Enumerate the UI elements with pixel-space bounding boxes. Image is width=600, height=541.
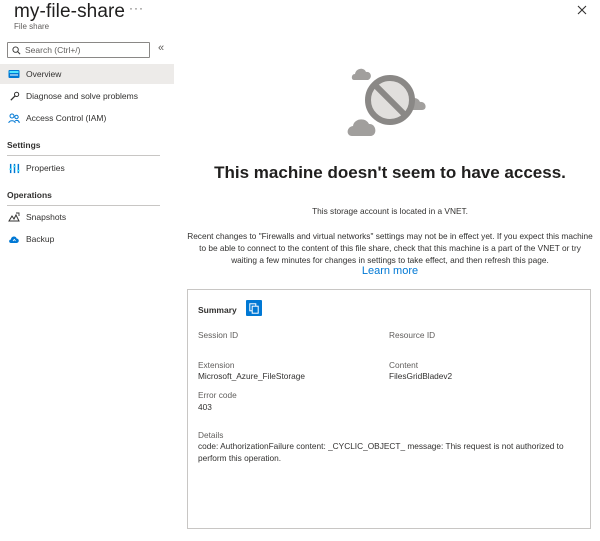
copy-button[interactable] xyxy=(246,300,262,316)
error-heading: This machine doesn't seem to have access… xyxy=(214,163,566,182)
close-icon[interactable] xyxy=(575,3,589,17)
sidebar-item-properties[interactable]: Properties xyxy=(0,158,174,178)
details-value: code: AuthorizationFailure content: _CYC… xyxy=(198,441,564,463)
error-description: Recent changes to "Firewalls and virtual… xyxy=(187,231,593,265)
sidebar: Search (Ctrl+/) « Overview Diagnose and … xyxy=(0,38,174,541)
section-divider xyxy=(7,205,160,206)
learn-more-link[interactable]: Learn more xyxy=(180,265,600,277)
collapse-sidebar-button[interactable]: « xyxy=(158,42,164,54)
page-subtitle: File share xyxy=(14,22,50,31)
summary-panel: Summary Session ID Resource ID Extension… xyxy=(187,289,591,529)
content-label: Content xyxy=(389,360,419,370)
sidebar-item-diagnose[interactable]: Diagnose and solve problems xyxy=(0,86,174,106)
search-input[interactable]: Search (Ctrl+/) xyxy=(7,42,150,58)
session-id-label: Session ID xyxy=(198,330,239,340)
sidebar-item-label: Properties xyxy=(26,163,65,173)
search-placeholder: Search (Ctrl+/) xyxy=(25,45,81,55)
wrench-icon xyxy=(8,90,20,102)
sidebar-item-snapshots[interactable]: Snapshots xyxy=(0,207,174,227)
file-share-icon xyxy=(8,68,20,80)
copy-icon xyxy=(249,302,259,314)
search-icon xyxy=(12,45,21,54)
content-value: FilesGridBladev2 xyxy=(389,371,453,381)
more-options-button[interactable]: ··· xyxy=(129,1,144,15)
error-code-value: 403 xyxy=(198,402,212,412)
sidebar-item-label: Diagnose and solve problems xyxy=(26,91,138,101)
cloud-backup-icon xyxy=(8,233,20,245)
section-settings-heading: Settings xyxy=(7,140,41,150)
section-operations-heading: Operations xyxy=(7,190,52,200)
page-title: my-file-share xyxy=(14,1,126,22)
sidebar-item-overview[interactable]: Overview xyxy=(0,64,174,84)
people-icon xyxy=(8,112,20,124)
resource-id-label: Resource ID xyxy=(389,330,436,340)
no-access-illustration xyxy=(344,62,434,138)
properties-icon xyxy=(8,162,20,174)
vnet-message: This storage account is located in a VNE… xyxy=(312,206,468,216)
details-label: Details xyxy=(198,430,224,440)
sidebar-item-label: Backup xyxy=(26,234,55,244)
error-code-label: Error code xyxy=(198,390,237,400)
blade-header: my-file-share ··· File share xyxy=(0,0,600,38)
extension-label: Extension xyxy=(198,360,235,370)
extension-value: Microsoft_Azure_FileStorage xyxy=(198,371,305,381)
sidebar-item-backup[interactable]: Backup xyxy=(0,229,174,249)
sidebar-item-label: Overview xyxy=(26,69,62,79)
sidebar-item-label: Snapshots xyxy=(26,212,67,222)
snapshots-icon xyxy=(8,211,20,223)
sidebar-item-label: Access Control (IAM) xyxy=(26,113,107,123)
summary-title: Summary xyxy=(198,305,237,315)
sidebar-item-access-control[interactable]: Access Control (IAM) xyxy=(0,108,174,128)
section-divider xyxy=(7,155,160,156)
